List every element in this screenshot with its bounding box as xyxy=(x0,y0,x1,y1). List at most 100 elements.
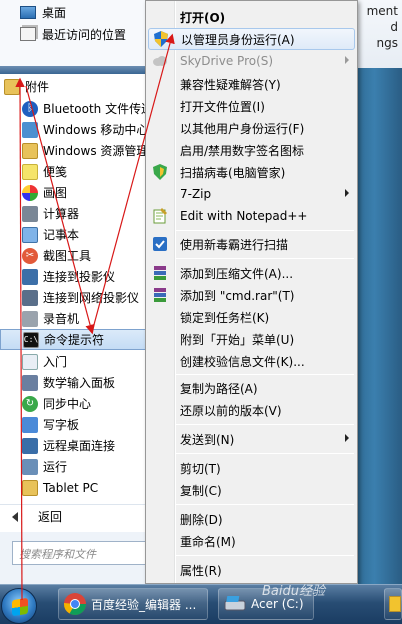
bluetooth-icon: ᛒ xyxy=(22,100,38,117)
folder-accessories[interactable]: 附件 xyxy=(0,76,150,97)
menu-item-pin-to-start[interactable]: 附到「开始」菜单(U) xyxy=(148,328,355,350)
menu-item-label: 创建校验信息文件(K)... xyxy=(180,354,305,369)
windows-logo-icon xyxy=(12,597,28,617)
menu-item-properties[interactable]: 属性(R) xyxy=(148,559,355,581)
program-label: 连接到网络投影仪 xyxy=(43,291,140,305)
back-button[interactable]: 返回 xyxy=(0,504,150,528)
menu-item-label: 兼容性疑难解答(Y) xyxy=(180,77,281,92)
winrar-icon xyxy=(152,265,168,281)
menu-item-rename[interactable]: 重命名(M) xyxy=(148,530,355,552)
program-item-paint[interactable]: 画图 xyxy=(0,182,150,203)
menu-item-copy[interactable]: 复制(C) xyxy=(148,479,355,501)
menu-item-label: 发送到(N) xyxy=(180,432,235,447)
menu-item-copy-as-path[interactable]: 复制为路径(A) xyxy=(148,377,355,399)
program-item-getting-started[interactable]: 入门 xyxy=(0,351,150,372)
start-button[interactable] xyxy=(1,588,37,624)
program-item-projector[interactable]: 连接到投影仪 xyxy=(0,266,150,287)
search-input[interactable]: 搜索程序和文件 xyxy=(12,541,146,565)
uac-shield-icon xyxy=(153,31,169,47)
program-label: Windows 资源管理器 xyxy=(43,144,150,158)
menu-item-cut[interactable]: 剪切(T) xyxy=(148,457,355,479)
menu-item-create-checksum[interactable]: 创建校验信息文件(K)... xyxy=(148,350,355,372)
program-item-command-prompt[interactable]: C:\ 命令提示符 xyxy=(0,329,150,350)
menu-item-label: 启用/禁用数字签名图标 xyxy=(180,143,305,158)
menu-separator xyxy=(176,374,354,375)
notepad-icon xyxy=(22,226,38,243)
document-icon xyxy=(389,596,401,612)
context-menu: 打开(O) 以管理员身份运行(A) SkyDrive Pro(S) 兼容性疑难解… xyxy=(145,0,358,584)
menu-item-7zip[interactable]: 7-Zip xyxy=(148,183,355,205)
submenu-arrow-icon xyxy=(345,189,349,197)
desktop-icon xyxy=(20,5,36,19)
desktop-background xyxy=(356,68,402,584)
menu-item-open[interactable]: 打开(O) xyxy=(148,6,355,28)
menu-item-skydrive-pro[interactable]: SkyDrive Pro(S) xyxy=(148,50,355,72)
program-item-explorer[interactable]: Windows 资源管理器 xyxy=(0,140,150,161)
menu-item-run-as-other-user[interactable]: 以其他用户身份运行(F) xyxy=(148,117,355,139)
menu-item-label: 删除(D) xyxy=(180,512,223,527)
program-item-run[interactable]: 运行 xyxy=(0,456,150,477)
program-item-bluetooth[interactable]: ᛒ Bluetooth 文件传送 xyxy=(0,98,150,119)
menu-item-label: 重命名(M) xyxy=(180,534,236,549)
program-label: 远程桌面连接 xyxy=(43,439,116,453)
mobility-center-icon xyxy=(22,121,38,138)
program-item-network-projector[interactable]: 连接到网络投影仪 xyxy=(0,287,150,308)
back-arrow-icon xyxy=(12,511,18,522)
program-item-sound-recorder[interactable]: 录音机 xyxy=(0,308,150,329)
start-item-desktop[interactable]: 桌面 xyxy=(20,2,66,22)
menu-item-label: 锁定到任务栏(K) xyxy=(180,310,270,325)
menu-item-label: 7-Zip xyxy=(180,187,212,201)
menu-item-add-to-cmd-rar[interactable]: 添加到 "cmd.rar"(T) xyxy=(148,284,355,306)
program-item-tablet-pc[interactable]: Tablet PC xyxy=(0,477,150,498)
menu-separator xyxy=(176,555,354,556)
menu-item-pin-to-taskbar[interactable]: 锁定到任务栏(K) xyxy=(148,306,355,328)
taskbar-button-label: 百度经验_编辑器 ... xyxy=(91,597,197,612)
recent-places-icon xyxy=(20,27,36,41)
menu-item-label: 添加到压缩文件(A)... xyxy=(180,266,294,281)
menu-item-label: 剪切(T) xyxy=(180,461,221,476)
menu-item-label: 还原以前的版本(V) xyxy=(180,403,282,418)
menu-item-label: Edit with Notepad++ xyxy=(180,209,308,223)
taskbar-button-partial[interactable] xyxy=(384,588,402,620)
menu-item-open-file-location[interactable]: 打开文件位置(I) xyxy=(148,95,355,117)
menu-item-delete[interactable]: 删除(D) xyxy=(148,508,355,530)
menu-item-add-to-archive[interactable]: 添加到压缩文件(A)... xyxy=(148,262,355,284)
divider xyxy=(0,66,150,74)
sync-center-icon: ↻ xyxy=(22,395,38,412)
program-item-sticky-notes[interactable]: 便笺 xyxy=(0,161,150,182)
menu-item-label: 使用新毒霸进行扫描 xyxy=(180,237,289,252)
program-item-calculator[interactable]: 计算器 xyxy=(0,203,150,224)
winrar-icon xyxy=(152,287,168,303)
program-label: 截图工具 xyxy=(43,249,92,263)
program-label: 录音机 xyxy=(43,312,80,326)
background-text-3: ngs xyxy=(376,36,398,50)
program-item-snipping-tool[interactable]: ✂ 截图工具 xyxy=(0,245,150,266)
menu-item-digital-signature[interactable]: 启用/禁用数字签名图标 xyxy=(148,139,355,161)
watermark: Baidu经验 xyxy=(262,584,325,599)
menu-item-notepadpp[interactable]: Edit with Notepad++ xyxy=(148,205,355,227)
program-item-math-input[interactable]: 数学输入面板 xyxy=(0,372,150,393)
program-item-notepad[interactable]: 记事本 xyxy=(0,224,150,245)
snipping-tool-icon: ✂ xyxy=(22,247,38,264)
program-label: 写字板 xyxy=(43,418,80,432)
program-item-remote-desktop[interactable]: 远程桌面连接 xyxy=(0,435,150,456)
background-text-2: d xyxy=(390,20,398,34)
program-item-sync-center[interactable]: ↻ 同步中心 xyxy=(0,393,150,414)
start-item-recent-places[interactable]: 最近访问的位置 xyxy=(20,24,126,44)
program-item-wordpad[interactable]: 写字板 xyxy=(0,414,150,435)
menu-item-label: 打开文件位置(I) xyxy=(180,99,265,114)
taskbar-button-chrome[interactable]: 百度经验_编辑器 ... xyxy=(58,588,208,620)
menu-item-restore-previous[interactable]: 还原以前的版本(V) xyxy=(148,399,355,421)
menu-item-compatibility[interactable]: 兼容性疑难解答(Y) xyxy=(148,73,355,95)
menu-separator xyxy=(176,230,354,231)
menu-item-scan-virus[interactable]: 扫描病毒(电脑管家) xyxy=(148,161,355,183)
program-label: 记事本 xyxy=(43,228,80,242)
menu-item-send-to[interactable]: 发送到(N) xyxy=(148,428,355,450)
program-item-mobility-center[interactable]: Windows 移动中心 xyxy=(0,119,150,140)
menu-item-run-as-admin[interactable]: 以管理员身份运行(A) xyxy=(148,28,355,50)
menu-item-duba-scan[interactable]: 使用新毒霸进行扫描 xyxy=(148,233,355,255)
program-label: 计算器 xyxy=(43,207,80,221)
sound-recorder-icon xyxy=(22,310,38,327)
calculator-icon xyxy=(22,205,38,222)
program-label: Windows 移动中心 xyxy=(43,123,149,137)
